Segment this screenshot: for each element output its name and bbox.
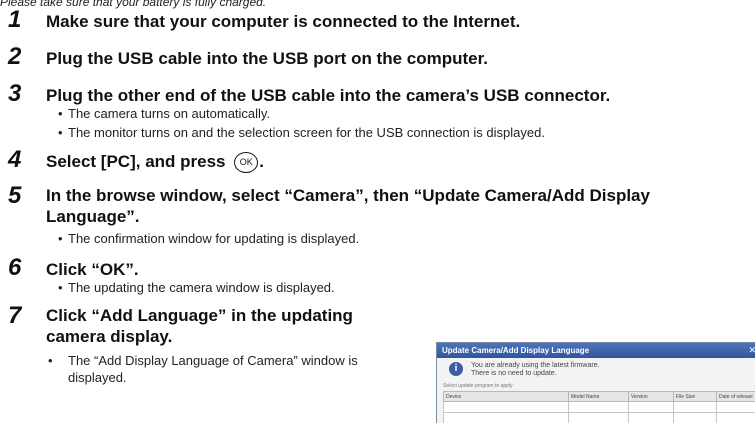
step-text: Click “Add Language” in the updating cam… [46, 306, 353, 346]
step-number: 3 [8, 80, 22, 107]
bullet-item: The updating the camera window is displa… [58, 280, 335, 295]
step-5: 5 In the browse window, select “Camera”,… [8, 182, 706, 227]
table-row[interactable] [443, 412, 755, 423]
dialog-message-line: You are already using the latest firmwar… [471, 362, 600, 369]
bullet-item: The “Add Display Language of Camera” win… [58, 352, 398, 386]
step-text: Select [PC], and press OK. [46, 152, 264, 174]
table-cell [628, 412, 674, 423]
step-number: 5 [8, 182, 22, 209]
close-icon[interactable]: ✕ [748, 343, 755, 358]
step-text: Click “OK”. [46, 260, 139, 279]
table-cell [568, 412, 629, 423]
dialog-title: Update Camera/Add Display Language [442, 346, 590, 355]
step-1: 1 Make sure that your computer is connec… [8, 8, 520, 32]
column-header[interactable]: Version [628, 391, 674, 402]
step-2: 2 Plug the USB cable into the USB port o… [8, 45, 488, 69]
table-cell [568, 401, 629, 413]
table-cell [673, 401, 717, 413]
step-6: 6 Click “OK”. [8, 256, 139, 280]
step-text: Make sure that your computer is connecte… [46, 12, 521, 31]
column-header[interactable]: Device [443, 391, 569, 402]
table-header-row: Device Model Name Version File Size Date… [443, 391, 755, 402]
table-cell [716, 412, 755, 423]
table-row[interactable] [443, 401, 755, 413]
step-text: Plug the USB cable into the USB port on … [46, 49, 489, 68]
update-program-table: Device Model Name Version File Size Date… [443, 391, 755, 423]
column-header[interactable]: Model Name [568, 391, 629, 402]
step-number: 4 [8, 146, 22, 173]
step-text: In the browse window, select “Camera”, t… [46, 186, 650, 226]
column-header[interactable]: Date of release [716, 391, 755, 402]
table-cell [716, 401, 755, 413]
info-icon: i [449, 362, 463, 376]
dialog-message-row: i You are already using the latest firmw… [437, 358, 755, 378]
table-cell [628, 401, 674, 413]
column-header[interactable]: File Size [673, 391, 717, 402]
bullet-item: The confirmation window for updating is … [58, 231, 359, 246]
step-number: 7 [8, 302, 22, 329]
step-text-after: . [259, 152, 264, 171]
dialog-title-bar: Update Camera/Add Display Language ✕ [437, 343, 755, 358]
dialog-message-line: There is no need to update. [471, 370, 557, 377]
step-text-before: Select [PC], and press [46, 152, 226, 171]
step-number: 2 [8, 43, 22, 70]
bullet-item: The monitor turns on and the selection s… [58, 125, 545, 140]
step-number: 6 [8, 254, 22, 281]
step-7: 7 Click “Add Language” in the updating c… [8, 302, 386, 347]
dialog-message: You are already using the latest firmwar… [471, 362, 600, 378]
step-number: 1 [8, 6, 22, 33]
table-cell [443, 412, 569, 423]
step-4: 4 Select [PC], and press OK. [8, 146, 264, 174]
step-text: Plug the other end of the USB cable into… [46, 86, 611, 105]
select-label: Select update program to apply [443, 383, 513, 389]
ok-button-icon: OK [234, 152, 259, 174]
table-cell [443, 401, 569, 413]
table-cell [673, 412, 717, 423]
bullet-item: The camera turns on automatically. [58, 106, 270, 121]
update-camera-dialog: Update Camera/Add Display Language ✕ i Y… [436, 342, 755, 423]
step-3: 3 Plug the other end of the USB cable in… [8, 82, 610, 106]
